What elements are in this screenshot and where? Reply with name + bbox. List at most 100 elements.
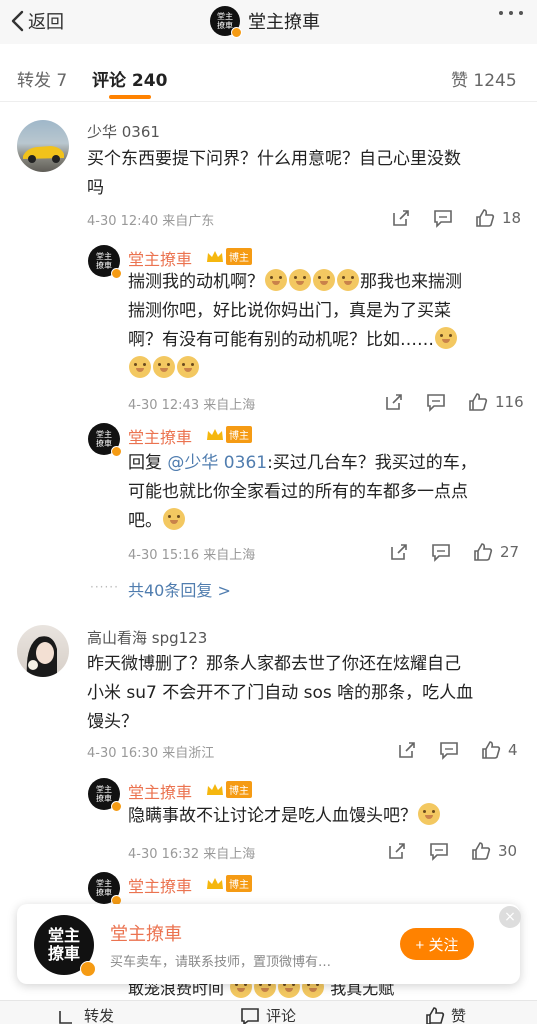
comment-button[interactable]: 评论 (240, 1005, 296, 1024)
doge-emoji-icon (129, 356, 151, 378)
like-button[interactable]: 赞 (425, 1005, 466, 1024)
comment-text: 昨天微博删了？那条人家都去世了你还在炫耀自己 小米 su7 不会开不了门自动 s… (87, 650, 527, 737)
top-bar: 返回 堂主 撩車 堂主撩車 (0, 0, 537, 44)
like-icon[interactable] (474, 207, 496, 229)
commenter-name[interactable]: 高山看海 spg123 (87, 627, 207, 648)
commenter-name[interactable]: 堂主撩車 (128, 246, 192, 270)
doge-emoji-icon (153, 356, 175, 378)
reply-prefix: 回复 (128, 453, 162, 473)
doge-emoji-icon (418, 803, 440, 825)
badge-label: 博主 (226, 875, 252, 892)
more-replies-link[interactable]: 共40条回复 > (128, 577, 231, 601)
card-name[interactable]: 堂主撩車 (110, 920, 182, 946)
comment-icon[interactable] (438, 739, 460, 761)
share-icon[interactable] (390, 207, 412, 229)
comment-line: 隐瞒事故不让讨论才是吃人血馒头吧？ (128, 806, 417, 826)
commenter-name[interactable]: 堂主撩車 (128, 424, 192, 448)
avatar: 堂主 撩車 (210, 6, 242, 38)
crown-icon (207, 428, 223, 440)
like-label: 赞 (451, 1007, 467, 1024)
comment-meta: 4-30 12:43 来自上海 (128, 398, 256, 413)
doge-emoji-icon (163, 508, 185, 530)
comment-icon[interactable] (428, 840, 450, 862)
avatar[interactable]: 堂主 撩車 (88, 423, 122, 457)
crown-icon (207, 877, 223, 889)
comment-icon[interactable] (425, 391, 447, 413)
repost-button[interactable]: 转发 (58, 1005, 114, 1024)
tab-likes[interactable]: 赞 1245 (451, 66, 517, 91)
commenter-name[interactable]: 堂主撩車 (128, 873, 192, 897)
commenter-name[interactable]: 堂主撩車 (128, 779, 192, 803)
like-icon[interactable] (470, 840, 492, 862)
crown-icon (207, 250, 223, 262)
avatar[interactable]: 堂主 撩車 (88, 778, 122, 812)
comment-line: 馒头？ (87, 712, 138, 732)
comment-line: 可能也就比你全家看过的所有的车都多一点点 (128, 482, 468, 502)
like-icon[interactable] (472, 541, 494, 563)
avatar[interactable]: 堂主 撩車 (88, 872, 122, 906)
badge-label: 博主 (226, 248, 252, 265)
page-title[interactable]: 堂主 撩車 堂主撩車 (210, 4, 320, 38)
comment-meta: 4-30 15:16 来自上海 (128, 548, 256, 563)
reply-divider: ······ (90, 580, 119, 594)
share-icon[interactable] (383, 391, 405, 413)
blogger-badge: 博主 (205, 426, 252, 443)
avatar[interactable]: 堂主 撩車 (88, 245, 122, 279)
avatar[interactable] (17, 625, 69, 677)
comment-meta: 4-30 12:40 来自广东 (87, 214, 215, 229)
doge-emoji-icon (313, 269, 335, 291)
repost-icon (59, 1010, 72, 1024)
comment-icon[interactable] (432, 207, 454, 229)
comment-actions: 4 (396, 739, 518, 761)
badge-label: 博主 (226, 426, 252, 443)
doge-emoji-icon (265, 269, 287, 291)
comment-text: 回复 @少华 0361:买过几台车？我买过的车， 可能也就比你全家看过的所有的车… (128, 449, 518, 536)
badge-label: 博主 (226, 781, 252, 798)
car-photo-icon (23, 146, 64, 163)
active-tab-indicator (109, 95, 151, 99)
avatar: 堂主 撩車 (34, 915, 96, 977)
comment-actions: 18 (390, 207, 521, 229)
comment-line: 小米 su7 不会开不了门自动 sos 啥的那条，吃人血 (87, 683, 474, 703)
comment-line: 吧。 (128, 511, 162, 531)
dot-icon (519, 11, 523, 15)
card-description: 买车卖车，请联系技师，置顶微博有… (110, 955, 332, 970)
comment-actions: 27 (388, 541, 519, 563)
tab-comments[interactable]: 评论 240 (92, 66, 167, 91)
follow-button[interactable]: + 关注 (400, 928, 474, 960)
comment-actions: 116 (383, 391, 524, 413)
doge-emoji-icon (435, 327, 457, 349)
share-icon[interactable] (396, 739, 418, 761)
back-label: 返回 (28, 12, 64, 33)
comment-line: 啊？有没有可能有别的动机呢？比如…… (128, 330, 434, 350)
like-count: 18 (502, 209, 522, 227)
tab-repost[interactable]: 转发 7 (17, 66, 67, 91)
comment-text: 买个东西要提下问界？什么用意呢？自己心里没数 吗 (87, 145, 517, 203)
like-icon[interactable] (480, 739, 502, 761)
comment-line: 那我也来揣测 (360, 272, 462, 292)
comment-meta: 4-30 16:30 来自浙江 (87, 746, 215, 761)
blogger-badge: 博主 (205, 875, 252, 892)
comment-line: 买个东西要提下问界？什么用意呢？自己心里没数 (87, 149, 461, 169)
title-text: 堂主撩車 (248, 12, 320, 33)
back-button[interactable]: 返回 (10, 8, 64, 34)
avatar[interactable] (17, 120, 69, 172)
share-icon[interactable] (386, 840, 408, 862)
follow-card[interactable]: 堂主 撩車 堂主撩車 买车卖车，请联系技师，置顶微博有… + 关注 (17, 904, 520, 984)
comment-icon[interactable] (430, 541, 452, 563)
like-icon (426, 1006, 445, 1024)
comment-line: :买过几台车？我买过的车， (267, 453, 477, 473)
commenter-name[interactable]: 少华 0361 (87, 121, 160, 142)
comment-text: 揣测我的动机啊？ 那我也来揣测 揣测你吧，好比说你妈出门，真是为了买菜 啊？有没有… (128, 268, 508, 384)
like-icon[interactable] (467, 391, 489, 413)
dot-icon (509, 11, 513, 15)
verified-icon (231, 27, 242, 38)
share-icon[interactable] (388, 541, 410, 563)
blogger-badge: 博主 (205, 248, 252, 265)
mention-link[interactable]: @少华 0361 (167, 453, 267, 473)
close-icon[interactable]: × (499, 906, 521, 928)
more-options-button[interactable] (499, 11, 523, 15)
person-photo-icon (26, 636, 57, 677)
repost-label: 转发 (84, 1007, 115, 1024)
comment-line: 揣测我的动机啊？ (128, 272, 264, 292)
